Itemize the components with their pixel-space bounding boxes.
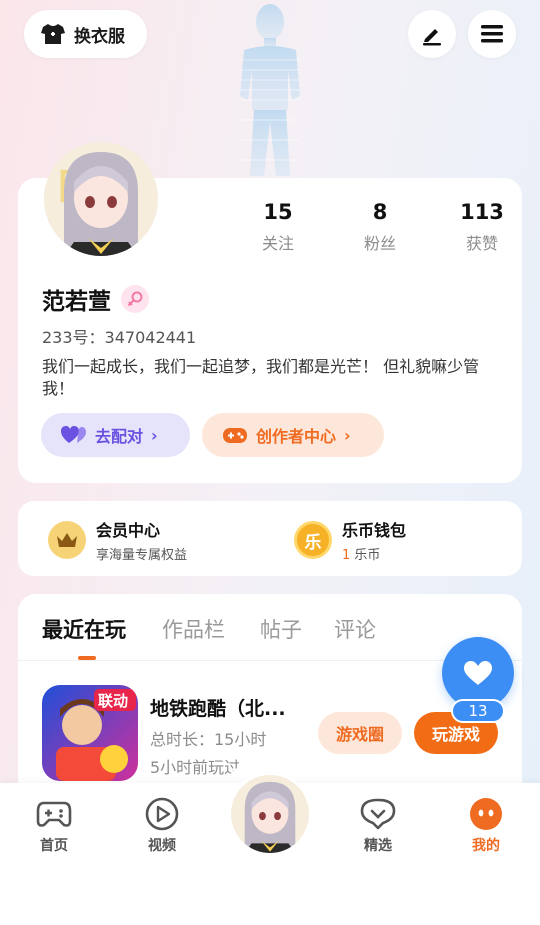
profile-avatar[interactable]: ㄇ: [44, 142, 158, 256]
member-center-title: 会员中心: [96, 521, 161, 540]
double-heart-icon: [61, 426, 86, 443]
stat-following[interactable]: 15 关注: [233, 200, 323, 254]
stat-fans-label: 粉丝: [363, 234, 396, 253]
gamepad-icon: [36, 801, 72, 827]
game-title[interactable]: 地铁跑酷（北...: [150, 694, 310, 721]
coin-icon: 乐: [294, 521, 332, 559]
nickname-row: 范若萱: [42, 282, 149, 316]
top-bar: 换衣服: [0, 0, 540, 176]
nav-item-mine[interactable]: 我的: [446, 797, 526, 855]
tab-posts[interactable]: 帖子: [260, 614, 302, 644]
game-last-played: 5小时前玩过: [150, 758, 241, 777]
chevron-right-icon: ›: [151, 425, 158, 445]
stat-likes-label: 获赞: [465, 234, 498, 253]
stat-likes[interactable]: 113 获赞: [437, 200, 527, 254]
video-icon: [145, 797, 179, 831]
game-badge: 联动: [98, 692, 128, 710]
menu-icon: [481, 25, 503, 43]
nickname: 范若萱: [42, 289, 111, 315]
nav-item-home[interactable]: 首页: [14, 797, 94, 855]
stat-following-label: 关注: [261, 234, 294, 253]
wallet-title: 乐币钱包: [342, 521, 407, 540]
member-center[interactable]: 会员中心 享海量专属权益: [48, 517, 187, 563]
membership-card: 会员中心 享海量专属权益 乐 乐币钱包 1 乐币: [18, 501, 522, 576]
outfit-label: 换衣服: [74, 26, 125, 47]
edit-profile-button[interactable]: [408, 10, 456, 58]
heart-icon: [464, 661, 492, 685]
tshirt-icon: [41, 24, 65, 44]
game-circle-button[interactable]: 游戏圈: [318, 712, 402, 754]
wallet-unit: 乐币: [354, 548, 381, 563]
game-icon[interactable]: 联动: [42, 685, 138, 781]
nav-center-avatar[interactable]: [228, 772, 312, 856]
female-gender-icon: [121, 285, 149, 313]
edit-icon: [423, 29, 441, 46]
wallet-balance: 1 乐币: [342, 544, 406, 563]
heart-chat-icon: [360, 798, 396, 830]
like-count-badge: 13: [451, 699, 505, 723]
tab-recently-played[interactable]: 最近在玩: [42, 614, 126, 644]
profile-stats: 15 关注 8 粉丝 113 获赞: [230, 200, 520, 260]
nav-label-mine: 我的: [472, 838, 500, 854]
wallet-amount: 1: [342, 548, 351, 563]
stat-fans-value: 8: [372, 200, 388, 224]
coin-char: 乐: [304, 532, 322, 553]
coin-wallet[interactable]: 乐 乐币钱包 1 乐币: [294, 517, 406, 563]
face-icon: [470, 798, 502, 830]
stat-fans[interactable]: 8 粉丝: [335, 200, 425, 254]
user-id: 233号：347042441: [42, 328, 197, 347]
stat-following-value: 15: [263, 200, 293, 224]
stat-likes-value: 113: [460, 200, 504, 224]
crown-icon: [48, 521, 86, 559]
member-center-subtitle: 享海量专属权益: [96, 548, 188, 563]
gamepad-icon: [223, 428, 247, 443]
nav-item-featured[interactable]: 精选: [338, 797, 418, 855]
outfit-button[interactable]: 换衣服: [24, 10, 147, 58]
nav-label-home: 首页: [40, 838, 68, 854]
chevron-right-icon: ›: [344, 425, 351, 445]
creator-label: 创作者中心: [256, 427, 337, 446]
tab-comments[interactable]: 评论: [334, 614, 376, 644]
nav-item-video[interactable]: 视频: [122, 797, 202, 855]
user-bio: 我们一起成长，我们一起追梦，我们都是光芒！ 但礼貌嘛少管我！: [42, 357, 480, 398]
nav-label-video: 视频: [148, 838, 176, 854]
match-button[interactable]: 去配对 ›: [41, 413, 190, 457]
tab-works[interactable]: 作品栏: [162, 614, 225, 644]
hologram-avatar-figure: [240, 4, 300, 176]
nav-label-featured: 精选: [364, 838, 392, 854]
match-label: 去配对: [95, 427, 144, 446]
creator-center-button[interactable]: 创作者中心 ›: [202, 413, 384, 457]
menu-button[interactable]: [468, 10, 516, 58]
game-duration: 总时长：15小时: [150, 730, 267, 749]
